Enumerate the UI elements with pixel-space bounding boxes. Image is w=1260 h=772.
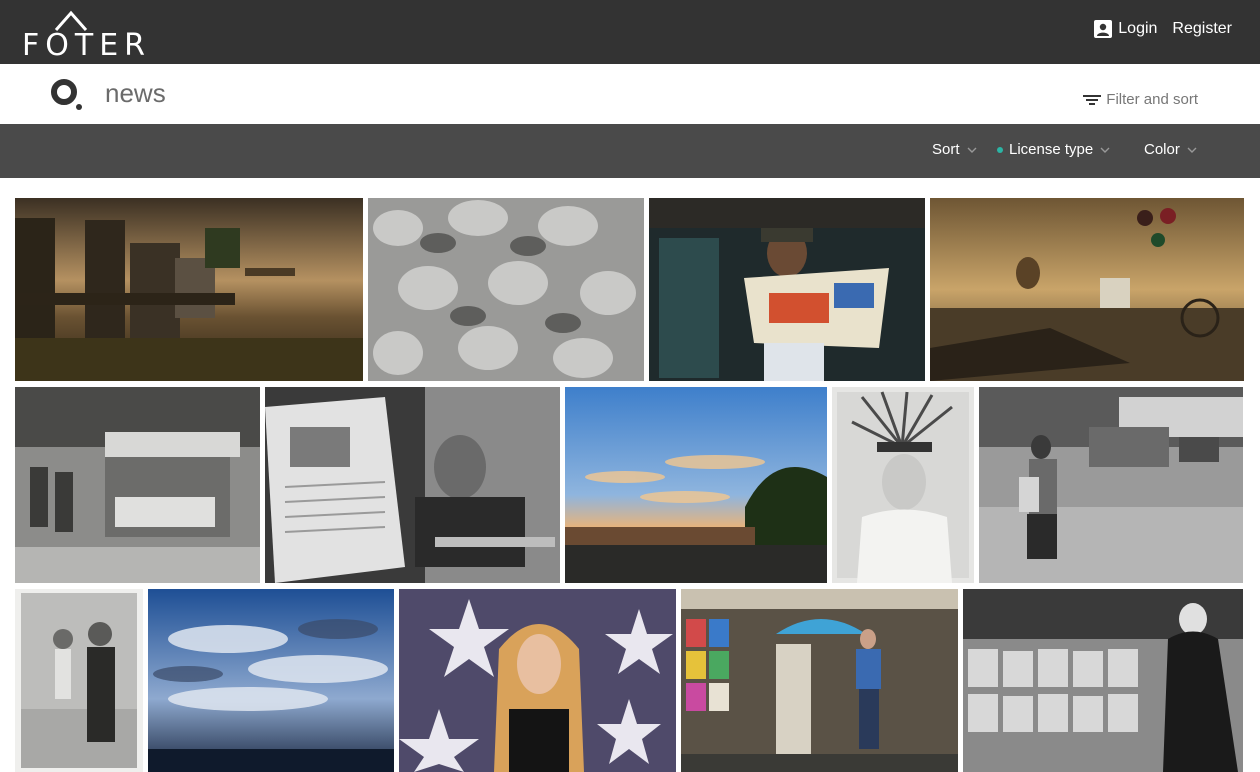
photo-egg-carton-texture[interactable] <box>368 198 644 381</box>
user-icon <box>1094 20 1113 38</box>
license-type-dropdown[interactable]: License type <box>997 141 1110 158</box>
active-filter-dot <box>997 146 1003 153</box>
register-link[interactable]: Register <box>1172 20 1232 38</box>
filter-and-sort-label: Filter and sort <box>1106 91 1198 108</box>
search-bar: news Filter and sort <box>0 64 1260 125</box>
login-link[interactable]: Login <box>1118 20 1157 38</box>
photo-colorful-newsstand[interactable] <box>681 589 958 772</box>
photo-street-walker-bw[interactable] <box>979 387 1243 583</box>
photo-vintage-newsstand-kiosk[interactable] <box>15 387 260 583</box>
photo-woman-speaker-stars[interactable] <box>399 589 676 772</box>
chevron-down-icon <box>967 147 977 153</box>
filter-bar: Sort License type Color <box>0 124 1260 178</box>
photo-woman-feather-headdress[interactable] <box>832 387 974 583</box>
photo-man-reading-newspaper-bw[interactable] <box>265 387 560 583</box>
filter-and-sort-button[interactable]: Filter and sort <box>1082 91 1198 108</box>
license-type-label: License type <box>1009 141 1094 158</box>
photo-scarecrow-balloons-scene[interactable] <box>930 198 1244 381</box>
auth-links: Login Register <box>1094 20 1232 38</box>
color-dropdown[interactable]: Color <box>1144 141 1197 158</box>
sort-dropdown[interactable]: Sort <box>932 141 977 158</box>
photo-sunset-sky-parking-lot[interactable] <box>565 387 827 583</box>
top-navigation-bar: FOTER Login Register <box>0 0 1260 64</box>
chevron-down-icon <box>1100 147 1110 153</box>
filter-icon <box>1083 94 1102 105</box>
logo-text: FOTER <box>22 28 151 63</box>
photo-newsstand-magazines-bw[interactable] <box>963 589 1243 772</box>
search-query[interactable]: news <box>105 78 166 109</box>
photo-blue-cloudy-sky[interactable] <box>148 589 394 772</box>
photo-man-reading-newspaper[interactable] <box>649 198 925 381</box>
photo-vintage-children-photo[interactable] <box>15 589 143 772</box>
sort-label: Sort <box>932 141 960 158</box>
search-icon[interactable] <box>48 76 84 112</box>
color-label: Color <box>1144 141 1180 158</box>
chevron-down-icon <box>1187 147 1197 153</box>
photo-mailboxes-at-sunset[interactable] <box>15 198 363 381</box>
